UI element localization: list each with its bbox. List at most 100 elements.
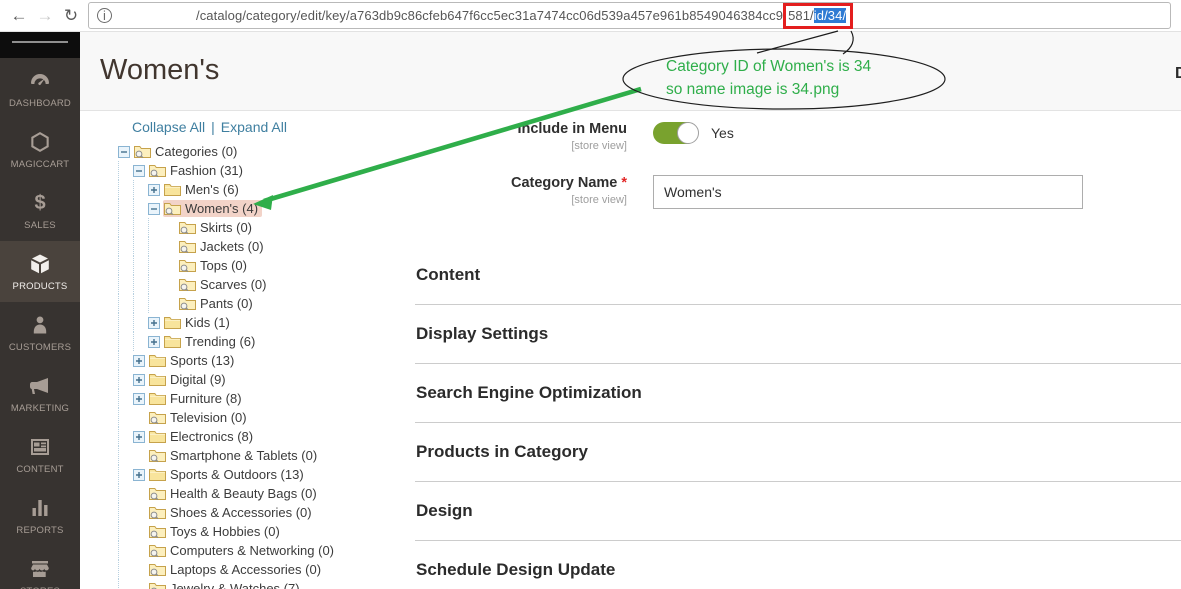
url-text[interactable]: /catalog/category/edit/key/a763db9c86cfe… (196, 8, 853, 23)
plus-expander-icon[interactable] (133, 469, 148, 481)
tree-indent (148, 256, 163, 275)
section-display-settings[interactable]: Display Settings (415, 305, 1181, 364)
plus-expander-icon[interactable] (133, 431, 148, 443)
forward-icon[interactable]: → (32, 6, 58, 26)
tree-node[interactable]: Skirts (0) (118, 218, 415, 237)
tree-indent (118, 579, 133, 589)
tree-node[interactable]: Digital (9) (118, 370, 415, 389)
expand-all-link[interactable]: Expand All (221, 119, 287, 135)
tree-node[interactable]: Sports (13) (118, 351, 415, 370)
collapse-all-link[interactable]: Collapse All (132, 119, 205, 135)
back-icon[interactable]: ← (6, 6, 32, 26)
folder-icon (149, 430, 170, 443)
tree-node[interactable]: Categories (0) (118, 142, 415, 161)
sidebar-item-products[interactable]: PRODUCTS (0, 241, 80, 302)
sidebar-item-label: STORES (20, 586, 60, 589)
sidebar-item-sales[interactable]: $SALES (0, 180, 80, 241)
expander-placeholder (133, 488, 148, 500)
tree-node[interactable]: Tops (0) (118, 256, 415, 275)
screen: { "browser": { "url_prefix": "/catalog/c… (0, 0, 1181, 589)
category-name-input[interactable] (653, 175, 1083, 209)
tree-node[interactable]: Pants (0) (118, 294, 415, 313)
folder-icon (149, 506, 170, 519)
expander-placeholder (163, 241, 178, 253)
sidebar-item-dashboard[interactable]: DASHBOARD (0, 58, 80, 119)
url-selected-text: id/34/ (814, 8, 846, 23)
plus-expander-icon[interactable] (133, 355, 148, 367)
page-info-icon[interactable]: i (97, 8, 112, 23)
customers-icon (28, 313, 52, 337)
folder-icon (179, 297, 200, 310)
tree-node[interactable]: Kids (1) (118, 313, 415, 332)
section-content[interactable]: Content (415, 246, 1181, 305)
plus-expander-icon[interactable] (148, 336, 163, 348)
section-products-in-category[interactable]: Products in Category (415, 423, 1181, 482)
tree-node-label: Jackets (0) (200, 239, 264, 254)
tree-node[interactable]: Furniture (8) (118, 389, 415, 408)
folder-icon (149, 354, 170, 367)
tree-indent (118, 237, 133, 256)
tree-node[interactable]: Scarves (0) (118, 275, 415, 294)
include-in-menu-toggle[interactable] (653, 122, 698, 144)
sidebar-item-reports[interactable]: REPORTS (0, 485, 80, 546)
category-tree-panel: Collapse All|Expand All Categories (0)Fa… (80, 111, 415, 589)
section-label: Schedule Design Update (416, 560, 615, 579)
sidebar-item-marketing[interactable]: MARKETING (0, 363, 80, 424)
minus-expander-icon[interactable] (148, 203, 163, 215)
minus-expander-icon[interactable] (133, 165, 148, 177)
tree-node[interactable]: Television (0) (118, 408, 415, 427)
folder-icon (179, 259, 200, 272)
admin-logo[interactable] (0, 32, 80, 58)
tree-node[interactable]: Jackets (0) (118, 237, 415, 256)
section-label: Design (416, 501, 473, 520)
tree-node[interactable]: Women's (4) (118, 199, 415, 218)
tree-node[interactable]: Laptops & Accessories (0) (118, 560, 415, 579)
tree-node[interactable]: Shoes & Accessories (0) (118, 503, 415, 522)
plus-expander-icon[interactable] (148, 184, 163, 196)
tree-node[interactable]: Electronics (8) (118, 427, 415, 446)
sidebar-item-customers[interactable]: CUSTOMERS (0, 302, 80, 363)
sales-icon: $ (28, 191, 52, 215)
tree-node[interactable]: Fashion (31) (118, 161, 415, 180)
tree-indent (118, 275, 133, 294)
tree-node-label: Shoes & Accessories (0) (170, 505, 312, 520)
folder-icon (149, 563, 170, 576)
section-design[interactable]: Design (415, 482, 1181, 541)
tree-node[interactable]: Smartphone & Tablets (0) (118, 446, 415, 465)
tree-node-label: Skirts (0) (200, 220, 252, 235)
section-schedule-design-update[interactable]: Schedule Design Update (415, 541, 1181, 589)
address-bar[interactable]: i /catalog/category/edit/key/a763db9c86c… (88, 2, 1171, 29)
marketing-icon (28, 374, 52, 398)
tree-node-label: Electronics (8) (170, 429, 253, 444)
minus-expander-icon[interactable] (118, 146, 133, 158)
plus-expander-icon[interactable] (133, 374, 148, 386)
tree-node[interactable]: Men's (6) (118, 180, 415, 199)
toggle-knob (677, 122, 699, 144)
tree-indent (148, 275, 163, 294)
tree-node[interactable]: Health & Beauty Bags (0) (118, 484, 415, 503)
reload-icon[interactable]: ↻ (58, 6, 84, 26)
tree-node-label: Categories (0) (155, 144, 237, 159)
tree-node[interactable]: Toys & Hobbies (0) (118, 522, 415, 541)
sidebar-item-content[interactable]: CONTENT (0, 424, 80, 485)
tree-indent (133, 332, 148, 351)
tree-node[interactable]: Computers & Networking (0) (118, 541, 415, 560)
section-search-engine-optimization[interactable]: Search Engine Optimization (415, 364, 1181, 423)
tree-indent (118, 522, 133, 541)
expander-placeholder (133, 450, 148, 462)
tree-indent (118, 484, 133, 503)
tree-node[interactable]: Trending (6) (118, 332, 415, 351)
tree-node-label: Sports (13) (170, 353, 234, 368)
sidebar-item-stores[interactable]: STORES (0, 546, 80, 589)
required-asterisk: * (621, 175, 627, 191)
expander-placeholder (163, 222, 178, 234)
plus-expander-icon[interactable] (133, 393, 148, 405)
admin-sidebar: DASHBOARDMAGICCART$SALESPRODUCTSCUSTOMER… (0, 32, 80, 589)
plus-expander-icon[interactable] (148, 317, 163, 329)
tree-node[interactable]: Sports & Outdoors (13) (118, 465, 415, 484)
tree-node-label: Men's (6) (185, 182, 239, 197)
expander-placeholder (163, 279, 178, 291)
tree-indent (118, 446, 133, 465)
tree-node[interactable]: Jewelry & Watches (7) (118, 579, 415, 589)
sidebar-item-magiccart[interactable]: MAGICCART (0, 119, 80, 180)
